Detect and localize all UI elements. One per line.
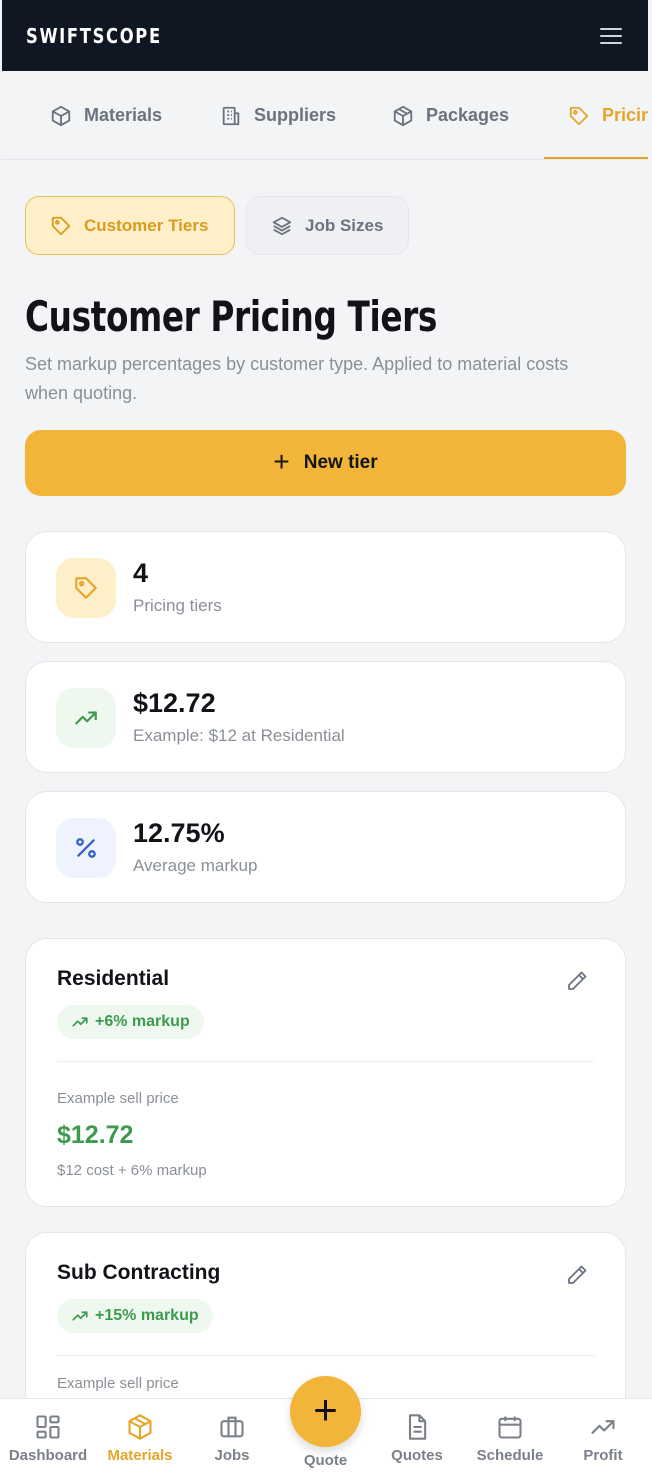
nav-quotes[interactable]: Quotes — [371, 1399, 463, 1478]
tab-suppliers[interactable]: Suppliers — [220, 71, 337, 159]
building-icon — [222, 106, 240, 125]
pencil-icon[interactable] — [565, 969, 589, 993]
stat-value: $12.72 — [133, 688, 216, 718]
app-header: SWIFTSCOPE — [2, 0, 648, 71]
stat-label: Pricing tiers — [133, 596, 222, 615]
percent-icon — [56, 818, 116, 878]
brand-logo[interactable]: SWIFTSCOPE — [26, 24, 162, 48]
stat-card-tiers: 4 Pricing tiers — [25, 531, 626, 643]
tab-label: Pricing — [602, 105, 648, 125]
document-icon — [408, 1414, 427, 1440]
quote-fab-button[interactable]: + — [290, 1376, 361, 1447]
trend-up-icon — [56, 688, 116, 748]
tag-icon — [51, 216, 71, 235]
stat-card-average: 12.75% Average markup — [25, 791, 626, 903]
tier-name: Sub Contracting — [57, 1261, 221, 1284]
nav-label: Quotes — [391, 1447, 443, 1464]
plus-icon: + — [313, 1385, 338, 1433]
calendar-icon — [498, 1416, 522, 1439]
subtab-label: Job Sizes — [305, 215, 384, 235]
subtab-job-sizes[interactable]: Job Sizes — [246, 196, 409, 255]
pencil-icon[interactable] — [565, 1263, 589, 1287]
layers-icon — [272, 216, 292, 235]
box-icon — [51, 105, 71, 126]
nav-label: Jobs — [214, 1447, 250, 1464]
example-label: Example sell price — [57, 1090, 179, 1107]
stat-value: 12.75% — [133, 818, 225, 848]
divider — [57, 1061, 594, 1062]
nav-profit[interactable]: Profit — [557, 1399, 649, 1478]
tab-label: Packages — [426, 105, 510, 125]
stat-label: Example: $12 at Residential — [133, 726, 345, 745]
tab-packages[interactable]: Packages — [392, 71, 510, 159]
nav-label: Dashboard — [8, 1447, 88, 1464]
nav-schedule[interactable]: Schedule — [464, 1399, 556, 1478]
nav-materials[interactable]: Materials — [94, 1399, 186, 1478]
tab-pricing[interactable]: Pricing — [543, 71, 648, 159]
tab-materials[interactable]: Materials — [50, 71, 163, 159]
tab-label: Suppliers — [254, 105, 337, 125]
tier-card-residential[interactable]: Residential +6% markup Example sell pric… — [25, 938, 626, 1207]
trend-up-icon — [591, 1420, 615, 1434]
nav-label: Profit — [583, 1447, 623, 1464]
trend-up-icon — [72, 1311, 88, 1321]
nav-label[interactable]: Quote — [290, 1452, 361, 1469]
tier-name: Residential — [57, 967, 170, 990]
nav-label: Schedule — [476, 1447, 544, 1464]
nav-dashboard[interactable]: Dashboard — [2, 1399, 94, 1478]
trend-up-icon — [72, 1017, 88, 1027]
briefcase-icon — [220, 1416, 244, 1438]
plus-icon: + — [273, 445, 290, 477]
page-title: Customer Pricing Tiers — [25, 292, 438, 341]
stat-label: Average markup — [133, 856, 258, 875]
nav-jobs[interactable]: Jobs — [186, 1399, 278, 1478]
package-icon — [393, 105, 413, 126]
box-icon — [128, 1414, 152, 1440]
subtab-label: Customer Tiers — [84, 215, 209, 235]
example-price: $12.72 — [57, 1121, 134, 1149]
divider — [57, 1355, 594, 1356]
stat-value: 4 — [133, 558, 149, 588]
example-label: Example sell price — [57, 1375, 179, 1392]
tag-icon — [56, 558, 116, 618]
page-description: Set markup percentages by customer type.… — [25, 354, 569, 403]
example-formula: $12 cost + 6% markup — [57, 1162, 207, 1179]
tag-icon — [569, 106, 589, 125]
tab-label: Materials — [84, 105, 163, 125]
markup-text: +15% markup — [95, 1307, 199, 1324]
markup-badge: +6% markup — [57, 1005, 204, 1039]
menu-icon[interactable] — [598, 25, 624, 47]
subtab-customer-tiers[interactable]: Customer Tiers — [25, 196, 235, 255]
new-tier-button[interactable]: + New tier — [25, 430, 626, 496]
markup-text: +6% markup — [95, 1013, 190, 1030]
grid-icon — [36, 1415, 60, 1439]
markup-badge: +15% markup — [57, 1299, 213, 1333]
nav-label: Materials — [107, 1447, 173, 1464]
top-tabs: Materials Suppliers Packages Pricing — [2, 71, 648, 160]
stat-card-example: $12.72 Example: $12 at Residential — [25, 661, 626, 773]
new-tier-label: New tier — [303, 452, 378, 473]
